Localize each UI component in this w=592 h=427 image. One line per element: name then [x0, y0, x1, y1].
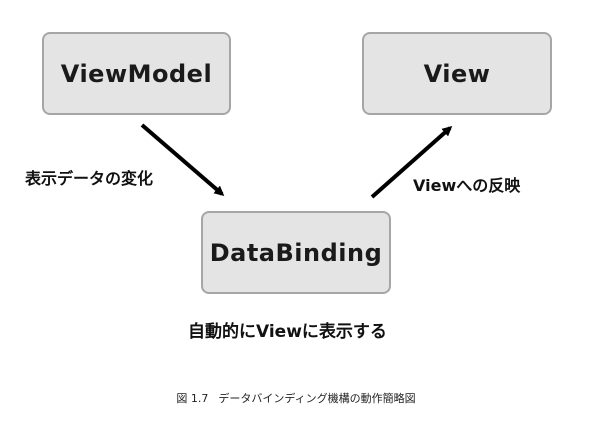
viewmodel-box: ViewModel — [42, 32, 231, 115]
view-label: View — [423, 59, 491, 88]
databinding-label: DataBinding — [209, 238, 383, 267]
edge-label-display-data-change: 表示データの変化 — [25, 169, 154, 188]
figure-caption-text: データバインディング機構の動作簡略図 — [218, 392, 416, 405]
edge-label-reflect-to-view: Viewへの反映 — [413, 176, 521, 195]
arrow-viewmodel-to-databinding — [140, 123, 225, 196]
viewmodel-label: ViewModel — [60, 59, 213, 88]
auto-display-note: 自動的にViewに表示する — [188, 322, 387, 342]
view-box: View — [362, 32, 552, 115]
figure-number: 図 1.7 — [176, 392, 209, 405]
databinding-box: DataBinding — [201, 211, 391, 294]
figure-caption: 図 1.7 データバインディング機構の動作簡略図 — [0, 390, 592, 406]
